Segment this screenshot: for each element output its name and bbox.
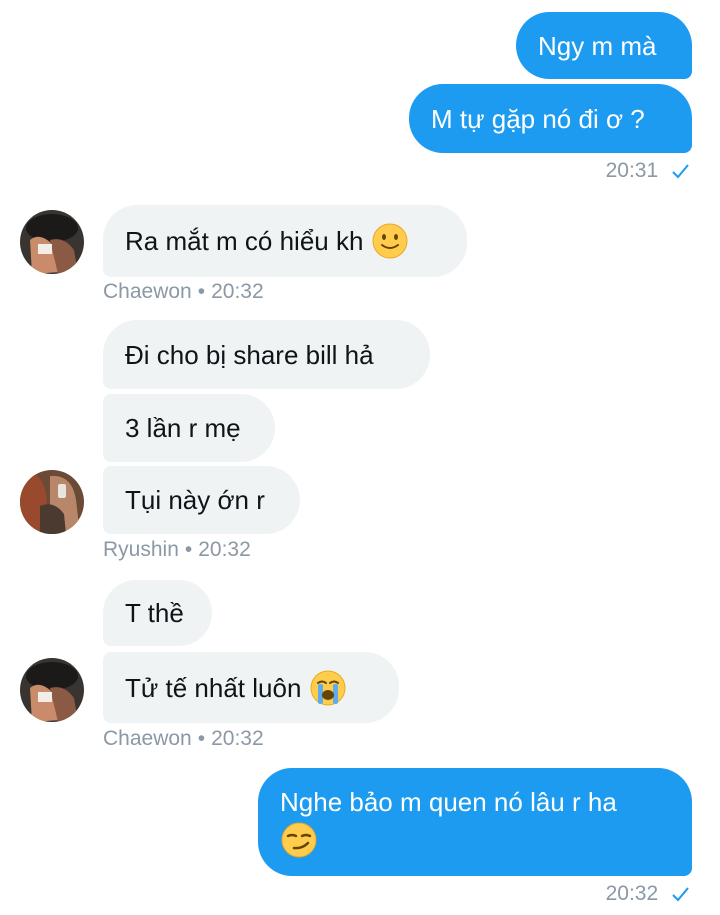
message-text: M tự gặp nó đi ơ ?	[431, 103, 645, 134]
timestamp-text: 20:32	[198, 538, 251, 561]
message-text: Ngy m mà	[538, 30, 657, 61]
message-text: T thề	[125, 598, 184, 628]
received-message-bubble[interactable]: T thề	[103, 580, 212, 646]
sender-name: Ryushin	[103, 538, 179, 561]
avatar-image	[20, 658, 84, 722]
message-sender-meta: Chaewon • 20:32	[103, 280, 264, 304]
message-text: Ra mắt m có hiểu kh	[125, 226, 364, 256]
sender-name: Chaewon	[103, 280, 192, 303]
meta-separator: •	[197, 280, 206, 303]
avatar-chaewon[interactable]	[20, 210, 84, 274]
message-timestamp: 20:31	[606, 159, 690, 183]
avatar-ryushin[interactable]	[20, 470, 84, 534]
timestamp-text: 20:32	[211, 280, 264, 303]
message-sender-meta: Chaewon • 20:32	[103, 727, 264, 751]
message-text: Tử tế nhất luôn	[125, 672, 302, 703]
avatar-image	[20, 210, 84, 274]
timestamp-text: 20:32	[211, 727, 264, 750]
meta-separator: •	[197, 727, 206, 750]
received-message-bubble[interactable]: Tử tế nhất luôn	[103, 652, 399, 723]
sent-message-bubble[interactable]: Ngy m mà	[516, 12, 692, 79]
received-message-bubble[interactable]: Ra mắt m có hiểu kh	[103, 205, 467, 277]
timestamp-text: 20:31	[605, 159, 659, 182]
message-text: Đi cho bị share bill hả	[125, 339, 374, 370]
sent-message-bubble[interactable]: Nghe bảo m quen nó lâu r ha	[258, 768, 692, 876]
message-sender-meta: Ryushin • 20:32	[103, 538, 251, 562]
message-text: 3 lần r mẹ	[125, 413, 241, 443]
checkmark-icon	[672, 887, 689, 902]
received-message-bubble[interactable]: 3 lần r mẹ	[103, 394, 275, 462]
loudly-crying-face-icon	[310, 670, 346, 705]
meta-separator: •	[184, 538, 193, 561]
smirking-face-icon	[281, 822, 317, 858]
avatar-chaewon[interactable]	[20, 658, 84, 722]
slightly-smiling-face-icon	[372, 223, 408, 259]
message-text: Tụi này ớn r	[125, 485, 265, 515]
checkmark-icon	[672, 164, 689, 179]
avatar-image	[20, 470, 84, 534]
message-timestamp: 20:32	[606, 882, 690, 906]
timestamp-text: 20:32	[605, 882, 659, 905]
received-message-bubble[interactable]: Tụi này ớn r	[103, 466, 300, 534]
sent-message-bubble[interactable]: M tự gặp nó đi ơ ?	[409, 84, 692, 153]
received-message-bubble[interactable]: Đi cho bị share bill hả	[103, 320, 430, 389]
sender-name: Chaewon	[103, 727, 192, 750]
message-text: Nghe bảo m quen nó lâu r ha	[280, 787, 617, 817]
